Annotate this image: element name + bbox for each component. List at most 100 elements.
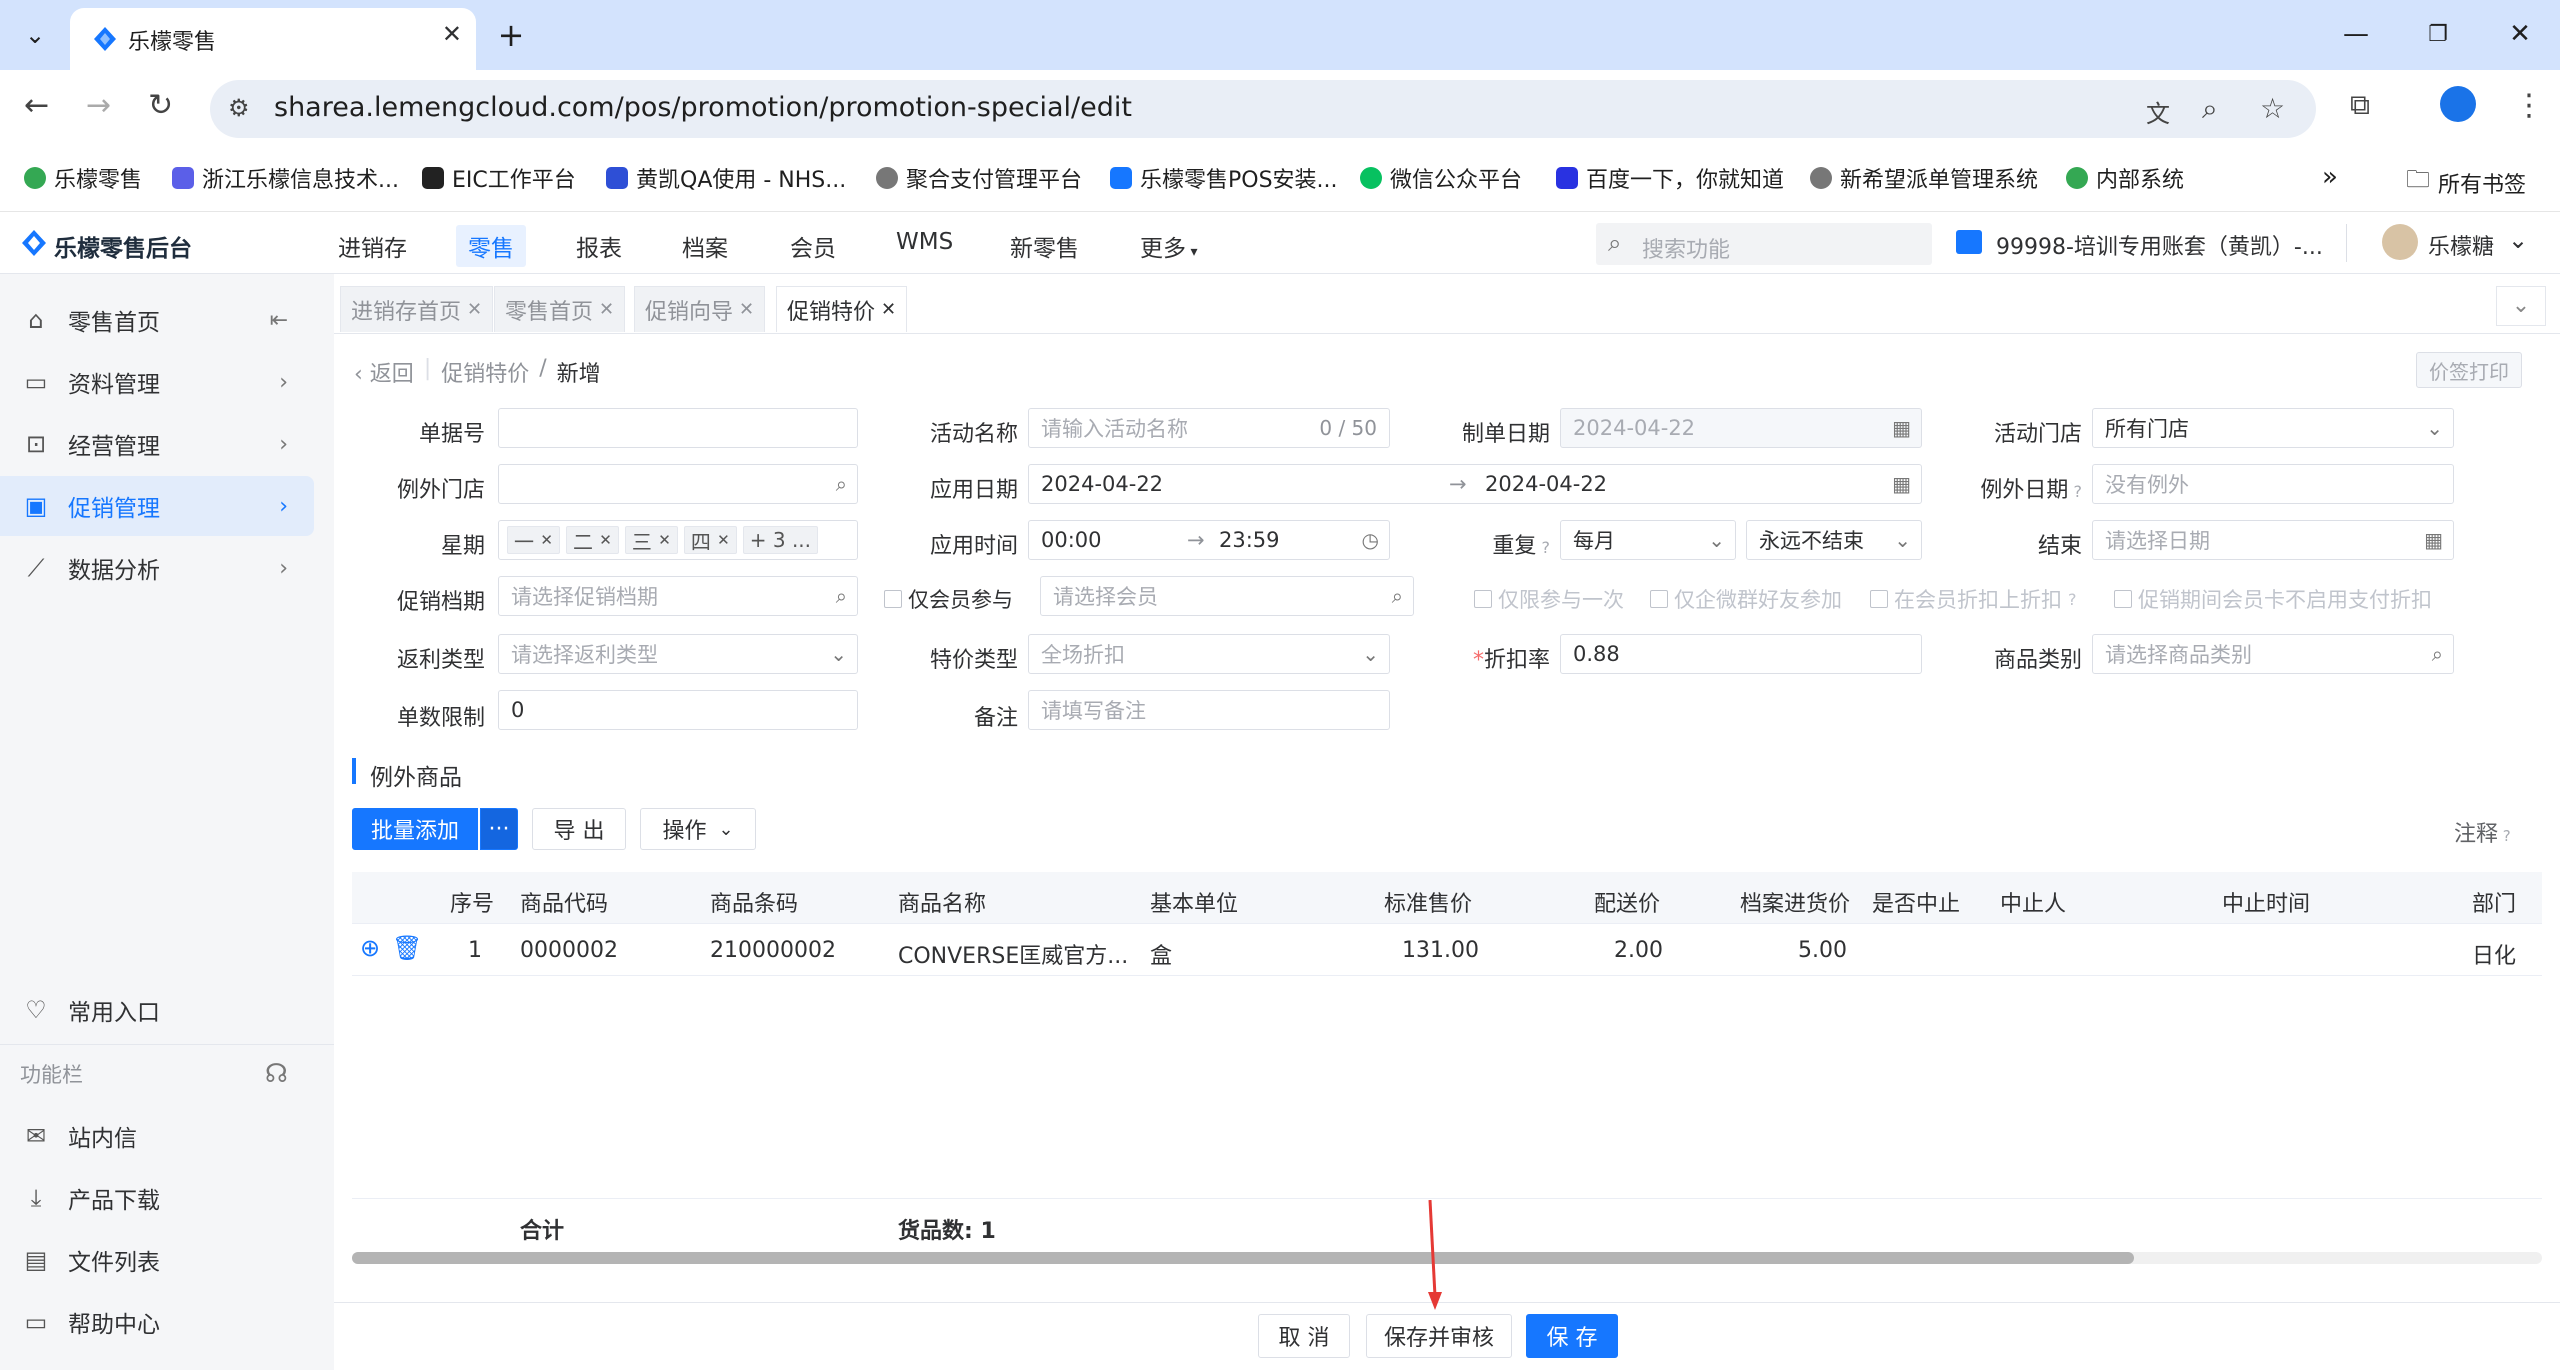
menu-retail[interactable]: 零售 <box>456 225 526 267</box>
doc-no-input[interactable] <box>498 408 858 448</box>
search-icon[interactable]: ⌕ <box>836 584 847 608</box>
menu-more[interactable]: 更多 ▾ <box>1140 229 1197 263</box>
col-header[interactable]: 商品条码 <box>710 886 798 918</box>
sidebar-item-promotion-mgmt[interactable]: ▣ 促销管理 › <box>0 476 314 536</box>
menu-member[interactable]: 会员 <box>790 229 836 263</box>
restore-icon[interactable]: ❐ <box>2408 14 2468 54</box>
page-tab[interactable]: 进销存首页 ✕ <box>340 286 494 332</box>
page-tab[interactable]: 零售首页 ✕ <box>494 286 626 332</box>
bookmark-star-icon[interactable]: ☆ <box>2260 92 2285 125</box>
except-date-input[interactable]: 没有例外 <box>2092 464 2454 504</box>
promo-period-input[interactable]: 请选择促销档期 ⌕ <box>498 576 858 616</box>
user-avatar[interactable] <box>2382 224 2418 260</box>
bookmark-item[interactable]: 乐檬零售 <box>24 162 142 194</box>
batch-add-more-button[interactable]: ··· <box>480 808 518 850</box>
user-name[interactable]: 乐檬糖 <box>2428 229 2494 261</box>
save-audit-button[interactable]: 保存并审核 <box>1366 1314 1512 1358</box>
tab-close-icon[interactable]: ✕ <box>442 20 462 48</box>
breadcrumb-parent[interactable]: 促销特价 <box>441 356 529 388</box>
bookmark-item[interactable]: 浙江乐檬信息技术... <box>172 162 399 194</box>
search-icon[interactable]: ⌕ <box>836 472 847 496</box>
discount-rate-input[interactable]: 0.88 <box>1560 634 1922 674</box>
remark-input[interactable]: 请填写备注 <box>1028 690 1390 730</box>
menu-archive[interactable]: 档案 <box>682 229 728 263</box>
bookmark-item[interactable]: 百度一下，你就知道 <box>1556 162 1784 194</box>
col-header[interactable]: 标准售价 <box>1384 886 1472 918</box>
repeat-select[interactable]: 每月 ⌄ <box>1560 520 1736 560</box>
browser-menu-icon[interactable]: ⋮ <box>2514 88 2544 123</box>
special-type-select[interactable]: 全场折扣 ⌄ <box>1028 634 1390 674</box>
bookmark-item[interactable]: 黄凯QA使用 - NHS... <box>606 162 846 194</box>
bookmark-item[interactable]: 乐檬零售POS安装... <box>1110 162 1338 194</box>
wecom-only-checkbox[interactable]: 仅企微群好友参加 <box>1650 584 1842 614</box>
close-icon[interactable]: ✕ <box>540 531 553 549</box>
col-header[interactable]: 中止人 <box>2000 886 2066 918</box>
col-header[interactable]: 中止时间 <box>2222 886 2310 918</box>
checkbox-box[interactable] <box>1870 590 1888 608</box>
sidebar-item-files[interactable]: ▤ 文件列表 <box>0 1230 314 1290</box>
page-tab-active[interactable]: 促销特价 ✕ <box>776 286 908 332</box>
user-chevron-down-icon[interactable]: ⌄ <box>2508 226 2528 254</box>
back-icon[interactable]: ← <box>24 88 49 123</box>
cancel-button[interactable]: 取 消 <box>1258 1314 1350 1358</box>
menu-new-retail[interactable]: 新零售 <box>1010 229 1079 263</box>
headset-icon[interactable]: ☊ <box>265 1059 288 1089</box>
end-date-input[interactable]: 请选择日期 ▦ <box>2092 520 2454 560</box>
price-tag-print-button[interactable]: 价签打印 <box>2416 352 2522 388</box>
member-discount-checkbox[interactable]: 在会员折扣上折扣? <box>1870 584 2077 614</box>
col-header[interactable]: 部门 <box>2472 886 2542 918</box>
search-icon[interactable]: ⌕ <box>1392 584 1403 608</box>
export-button[interactable]: 导 出 <box>532 808 626 850</box>
bookmark-item[interactable]: 微信公众平台 <box>1360 162 1522 194</box>
search-icon[interactable]: ⌕ <box>2432 642 2443 666</box>
close-icon[interactable]: ✕ <box>739 299 754 320</box>
new-tab-icon[interactable]: + <box>488 12 534 58</box>
back-link[interactable]: ‹ 返回 <box>354 356 414 388</box>
bookmark-item[interactable]: EIC工作平台 <box>422 162 576 194</box>
bookmark-item[interactable]: 聚合支付管理平台 <box>876 162 1082 194</box>
address-bar[interactable]: ⚙ sharea.lemengcloud.com/pos/promotion/p… <box>210 80 2316 138</box>
batch-add-button[interactable]: 批量添加 <box>352 808 478 850</box>
tab-search-chevron-icon[interactable]: ⌄ <box>12 12 58 58</box>
apply-time-range[interactable]: 00:00 → 23:59 ◷ <box>1028 520 1390 560</box>
sidebar-item-home[interactable]: ⌂ 零售首页 ⇤ <box>0 290 314 350</box>
site-info-icon[interactable]: ⚙ <box>228 94 250 122</box>
bookmark-item[interactable]: 内部系统 <box>2066 162 2184 194</box>
checkbox-box[interactable] <box>884 590 902 608</box>
member-select-input[interactable]: 请选择会员 ⌕ <box>1040 576 1414 616</box>
count-limit-input[interactable]: 0 <box>498 690 858 730</box>
close-icon[interactable]: ✕ <box>599 299 614 320</box>
repeat-end-select[interactable]: 永远不结束 ⌄ <box>1746 520 1922 560</box>
col-header[interactable]: 是否中止 <box>1872 886 1960 918</box>
checkbox-box[interactable] <box>1650 590 1668 608</box>
close-icon[interactable]: ✕ <box>717 531 730 549</box>
extensions-icon[interactable]: ⧉ <box>2350 88 2370 122</box>
delete-icon[interactable]: 🗑 <box>392 934 422 962</box>
translate-icon[interactable]: 文 <box>2146 94 2170 129</box>
activity-name-input[interactable]: 请输入活动名称 0 / 50 <box>1028 408 1390 448</box>
sidebar-item-help[interactable]: ▭ 帮助中心 <box>0 1292 314 1352</box>
once-only-checkbox[interactable]: 仅限参与一次 <box>1474 584 1624 614</box>
activity-store-select[interactable]: 所有门店 ⌄ <box>2092 408 2454 448</box>
zoom-icon[interactable]: ⌕ <box>2202 92 2218 126</box>
except-store-input[interactable]: ⌕ <box>498 464 858 504</box>
account-selector[interactable]: 99998-培训专用账套（黄凯）-... <box>1996 229 2323 261</box>
checkbox-box[interactable] <box>2114 590 2132 608</box>
no-card-pay-checkbox[interactable]: 促销期间会员卡不启用支付折扣 <box>2114 584 2432 614</box>
forward-icon[interactable]: → <box>86 88 111 123</box>
tabs-chevron-down-icon[interactable]: ⌄ <box>2496 286 2546 326</box>
bookmark-item[interactable]: 新希望派单管理系统 <box>1810 162 2038 194</box>
close-icon[interactable]: ✕ <box>881 299 896 320</box>
sidebar-item-data-analysis[interactable]: ⟋ 数据分析 › <box>0 538 314 598</box>
more-bookmarks-icon[interactable]: » <box>2322 162 2338 192</box>
operate-dropdown[interactable]: 操作 ⌄ <box>640 808 756 850</box>
function-search[interactable]: ⌕ 搜索功能 <box>1596 223 1932 265</box>
minimize-icon[interactable]: — <box>2326 14 2386 54</box>
all-bookmarks[interactable]: 🗀 所有书签 <box>2406 162 2526 203</box>
table-row[interactable]: ⊕ 🗑 1 0000002 210000002 CONVERSE匡威官方... … <box>352 924 2542 976</box>
sidebar-item-download[interactable]: ⤓ 产品下载 <box>0 1168 314 1228</box>
browser-tab[interactable]: 乐檬零售 ✕ <box>70 8 476 70</box>
menu-report[interactable]: 报表 <box>576 229 622 263</box>
close-icon[interactable]: ✕ <box>658 531 671 549</box>
close-icon[interactable]: ✕ <box>599 531 612 549</box>
